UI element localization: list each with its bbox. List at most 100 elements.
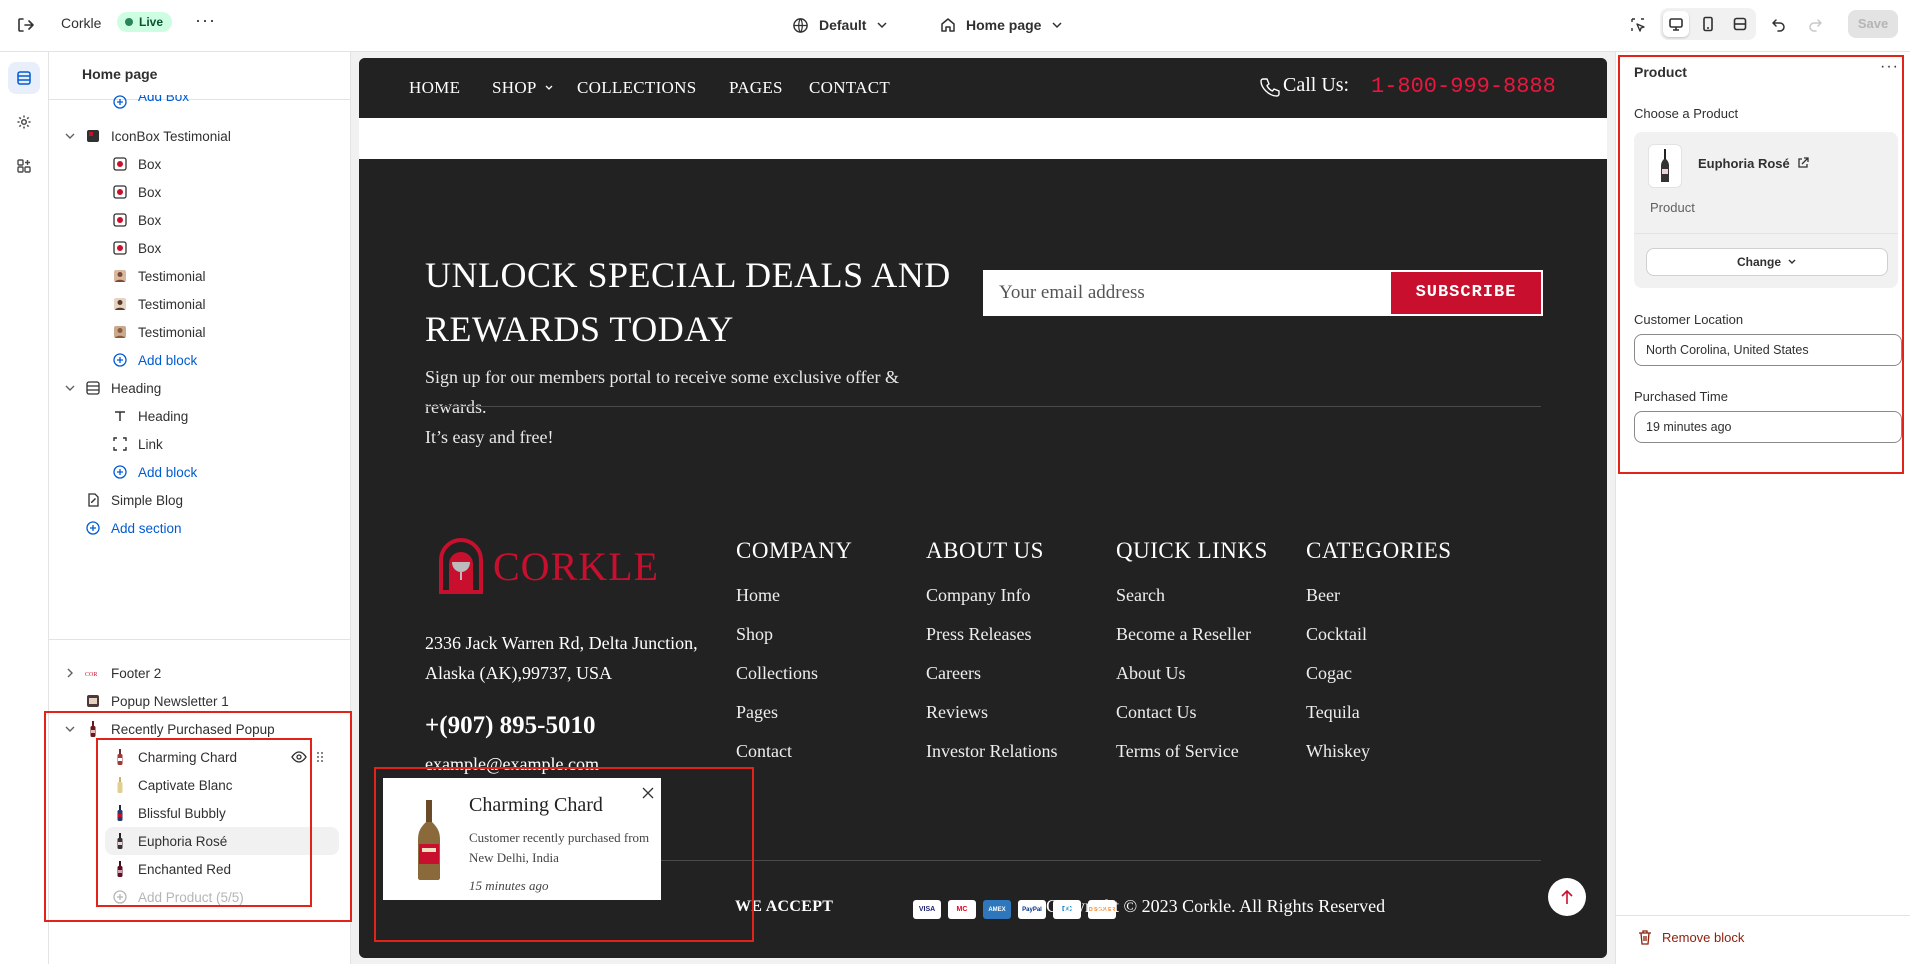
bottle-icon <box>112 777 128 793</box>
footer-link[interactable]: Tequila <box>1306 693 1452 732</box>
inspector-button[interactable] <box>1625 12 1651 38</box>
theme-selector[interactable]: Default <box>792 13 888 37</box>
eye-icon[interactable] <box>291 750 307 764</box>
tree-block-captivate-blanc[interactable]: Captivate Blanc <box>112 771 233 799</box>
tree-block-box[interactable]: Box <box>112 178 161 206</box>
page-selector[interactable]: Home page <box>940 13 1063 37</box>
tree-block-box[interactable]: Box <box>112 206 161 234</box>
add-block-button[interactable]: Add block <box>112 458 197 486</box>
expand-icon <box>1733 17 1747 31</box>
tree-block-euphoria-rose[interactable]: Euphoria Rosé <box>105 827 339 855</box>
tree-block-testimonial[interactable]: Testimonial <box>112 318 206 346</box>
purchased-time-input[interactable]: 19 minutes ago <box>1634 411 1902 443</box>
footer-link[interactable]: Careers <box>926 654 1057 693</box>
footer-link[interactable]: Contact Us <box>1116 693 1268 732</box>
footer-link[interactable]: Investor Relations <box>926 732 1057 771</box>
tree-block-blissful-bubbly[interactable]: Blissful Bubbly <box>112 799 226 827</box>
email-field[interactable]: Your email address SUBSCRIBE <box>983 270 1543 316</box>
divider <box>425 406 1541 407</box>
add-section-button[interactable]: Add section <box>85 514 182 542</box>
tree-block-box[interactable]: Box <box>112 150 161 178</box>
save-button[interactable]: Save <box>1848 10 1898 38</box>
nav-contact[interactable]: CONTACT <box>809 78 890 98</box>
footer-link[interactable]: Home <box>736 576 852 615</box>
tree-section-iconbox-testimonial[interactable]: IconBox Testimonial <box>63 122 231 150</box>
customer-location-input[interactable]: North Corolina, United States <box>1634 334 1902 366</box>
tree-section-popup-newsletter[interactable]: Popup Newsletter 1 <box>85 687 229 715</box>
nav-home[interactable]: HOME <box>409 78 460 98</box>
external-link-icon[interactable] <box>1797 157 1810 169</box>
chevron-down-icon[interactable] <box>63 722 77 736</box>
footer-link[interactable]: Become a Reseller <box>1116 615 1268 654</box>
paypal-icon: PayPal <box>1018 900 1046 919</box>
tree-block-charming-chard[interactable]: Charming Chard <box>112 743 339 771</box>
footer-link[interactable]: Terms of Service <box>1116 732 1268 771</box>
footer-link[interactable]: Reviews <box>926 693 1057 732</box>
fullwidth-view-button[interactable] <box>1727 11 1753 37</box>
undo-button[interactable] <box>1766 12 1792 38</box>
nav-pages[interactable]: PAGES <box>729 78 783 98</box>
remove-block-button[interactable]: Remove block <box>1638 930 1744 945</box>
footer-telephone[interactable]: +(907) 895-5010 <box>425 712 595 740</box>
app-embeds-button[interactable] <box>8 150 40 182</box>
sections-button[interactable] <box>8 62 40 94</box>
subscribe-button[interactable]: SUBSCRIBE <box>1391 272 1541 314</box>
footer-link[interactable]: Contact <box>736 732 852 771</box>
close-icon[interactable] <box>641 786 655 800</box>
footer-link[interactable]: Whiskey <box>1306 732 1452 771</box>
theme-settings-button[interactable] <box>8 106 40 138</box>
desktop-view-button[interactable] <box>1663 11 1689 37</box>
tree-block-testimonial[interactable]: Testimonial <box>112 262 206 290</box>
tree-item-label: Add Product (5/5) <box>138 889 244 905</box>
tree-item-label: Add block <box>138 464 198 480</box>
mobile-view-button[interactable] <box>1695 11 1721 37</box>
tree-item-label: Heading <box>138 408 189 424</box>
tree-section-recently-purchased-popup[interactable]: Recently Purchased Popup <box>63 715 275 743</box>
call-phone[interactable]: 1-800-999-8888 <box>1371 74 1556 99</box>
footer-link[interactable]: Cocktail <box>1306 615 1452 654</box>
store-preview: HOME SHOP COLLECTIONS PAGES CONTACT Call… <box>351 52 1615 964</box>
change-product-button[interactable]: Change <box>1646 248 1888 276</box>
redo-button[interactable] <box>1802 12 1828 38</box>
tree-section-heading[interactable]: Heading <box>63 374 161 402</box>
footer-link[interactable]: About Us <box>1116 654 1268 693</box>
gear-icon <box>17 115 31 129</box>
product-name[interactable]: Euphoria Rosé <box>1698 156 1810 171</box>
footer-link[interactable]: Pages <box>736 693 852 732</box>
tree-block-testimonial[interactable]: Testimonial <box>112 290 206 318</box>
popup-product-title[interactable]: Charming Chard <box>469 794 603 817</box>
tree-block-box[interactable]: Box <box>112 234 161 262</box>
footer-email[interactable]: example@example.com <box>425 754 599 775</box>
tree-block-heading[interactable]: Heading <box>112 402 188 430</box>
footer-link[interactable]: Collections <box>736 654 852 693</box>
more-actions-button[interactable]: ··· <box>195 10 216 31</box>
footer-link[interactable]: Beer <box>1306 576 1452 615</box>
tree-section-simple-blog[interactable]: Simple Blog <box>85 486 183 514</box>
add-block-button[interactable]: Add block <box>112 346 197 374</box>
nav-shop[interactable]: SHOP <box>492 78 537 98</box>
bottle-icon <box>112 749 128 765</box>
recently-purchased-popup[interactable]: Charming Chard Customer recently purchas… <box>383 778 661 900</box>
add-box-button[interactable]: Add Box <box>112 95 189 109</box>
footer-link[interactable]: Shop <box>736 615 852 654</box>
popup-description: Customer recently purchased from New Del… <box>469 830 650 865</box>
chevron-down-icon[interactable] <box>63 129 77 143</box>
editor-rail <box>0 52 49 964</box>
footer-logo[interactable]: CORKLE <box>435 538 659 594</box>
drag-handle-icon[interactable] <box>316 751 324 763</box>
nav-collections[interactable]: COLLECTIONS <box>577 78 696 98</box>
tree-block-link[interactable]: Link <box>112 430 163 458</box>
tree-section-footer-2[interactable]: COR Footer 2 <box>63 659 161 687</box>
add-product-button[interactable]: Add Product (5/5) <box>112 883 244 911</box>
footer-link[interactable]: Cogac <box>1306 654 1452 693</box>
exit-icon[interactable] <box>14 14 36 36</box>
chevron-down-icon[interactable] <box>63 381 77 395</box>
footer-link[interactable]: Company Info <box>926 576 1057 615</box>
more-options-button[interactable]: ··· <box>1880 58 1899 76</box>
back-to-top-button[interactable] <box>1548 878 1586 916</box>
chevron-right-icon[interactable] <box>63 666 77 680</box>
footer-link[interactable]: Search <box>1116 576 1268 615</box>
footer-link[interactable]: Press Releases <box>926 615 1057 654</box>
avatar-icon <box>112 324 128 340</box>
tree-block-enchanted-red[interactable]: Enchanted Red <box>112 855 231 883</box>
